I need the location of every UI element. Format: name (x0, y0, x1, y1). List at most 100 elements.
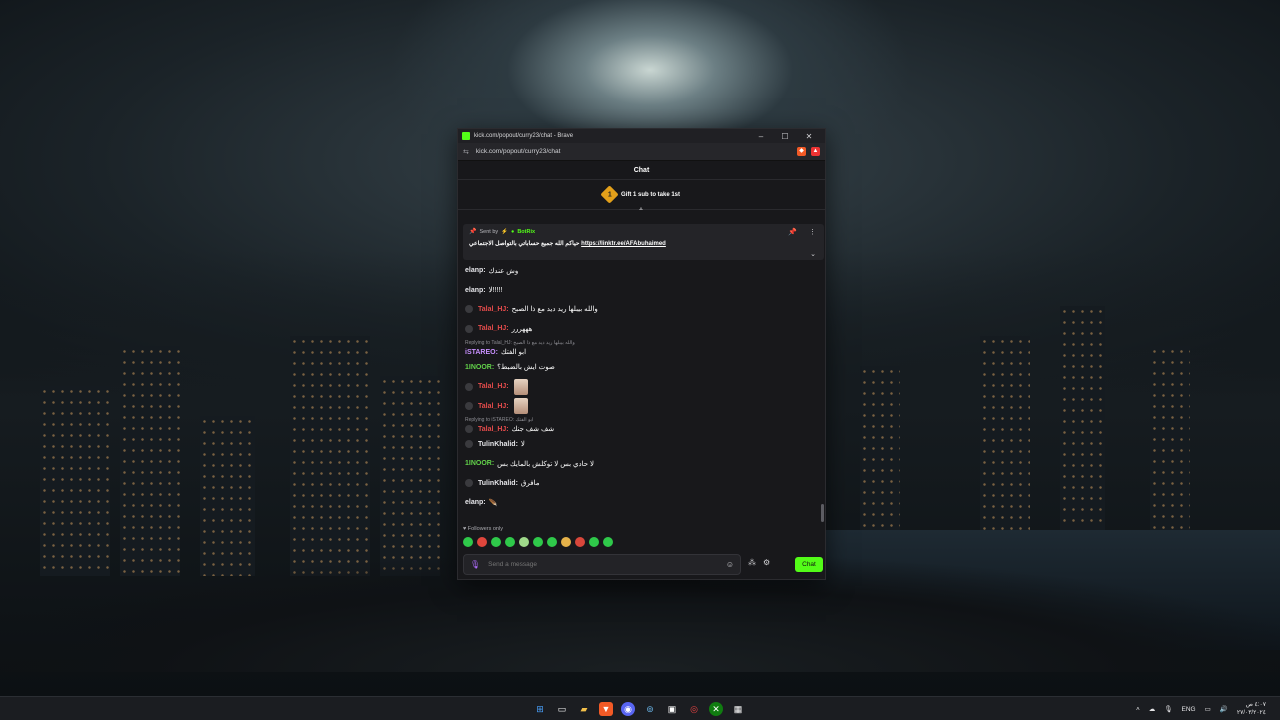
reply-context[interactable]: Replying to iSTAREO: ابو الفتك (465, 416, 815, 424)
message-text: شف شف جنك (511, 426, 555, 434)
store-icon[interactable]: ▦ (731, 702, 745, 716)
username[interactable]: Talal_HJ: (478, 383, 509, 390)
bot-badge-icon: ⚡ (501, 228, 508, 235)
brave-browser-icon[interactable]: ▼ (599, 702, 613, 716)
username[interactable]: Talal_HJ: (478, 306, 509, 313)
emote-button[interactable] (603, 537, 613, 547)
settings-gear-icon[interactable]: ⚙ (763, 558, 770, 567)
username[interactable]: elanp: (465, 499, 486, 506)
user-badge-icon (465, 382, 473, 391)
chat-message: elanp: لا!!!!! (465, 280, 815, 299)
chat-message: Talal_HJ: (465, 396, 815, 415)
close-button[interactable]: ✕ (797, 132, 821, 141)
site-settings-icon[interactable]: ⇆ (463, 148, 469, 156)
emoji-icon[interactable]: ☺ (726, 560, 734, 569)
maximize-button[interactable]: ☐ (773, 132, 797, 141)
rank-badge: 1 (600, 185, 619, 204)
emote-button[interactable] (463, 537, 473, 547)
chat-message: Talal_HJ: والله بيبلها ريد ديد مع ذا الص… (465, 300, 815, 319)
language-indicator[interactable]: ENG (1182, 706, 1196, 713)
username[interactable]: 1INOOR: (465, 460, 494, 467)
chat-message: 1INOOR: صوت ايش بالضبط؟ (465, 358, 815, 377)
chevron-up-icon[interactable]: ˄ (1136, 706, 1140, 713)
message-text: لا!!!!! (488, 287, 503, 295)
chrome-icon[interactable]: ◎ (687, 702, 701, 716)
chat-message: Talal_HJ: (465, 377, 815, 396)
reply-context[interactable]: Replying to Talal_HJ: والله بيبلها ريد د… (465, 339, 815, 347)
username[interactable]: TulinKhalid: (478, 480, 518, 487)
microphone-icon[interactable]: 🎙 (1164, 705, 1172, 713)
gift-leaderboard[interactable]: 1 Gift 1 sub to take 1st ⩡ (458, 180, 825, 213)
address-bar[interactable]: ⇆ kick.com/popout/curry23/chat ◆ ▲ (458, 143, 825, 161)
quick-emotes (463, 537, 613, 547)
username[interactable]: Talal_HJ: (478, 403, 509, 410)
username[interactable]: elanp: (465, 287, 486, 294)
emote-button[interactable] (547, 537, 557, 547)
emote-button[interactable] (491, 537, 501, 547)
url-text[interactable]: kick.com/popout/curry23/chat (476, 148, 792, 155)
emote-button[interactable] (575, 537, 585, 547)
followers-only-notice: ♥ Followers only (463, 526, 503, 532)
chat-message: Talal_HJ: هههررر (465, 319, 815, 338)
chat-messages: elanp: وش عندك elanp: لا!!!!! Talal_HJ: … (465, 261, 815, 512)
clock[interactable]: ٤:٠٧ ص ٢٧/٠٣/٢٠٢٤ (1237, 701, 1266, 717)
unpin-icon[interactable]: 📌 (788, 228, 797, 236)
volume-icon[interactable]: 🔊 (1220, 705, 1228, 713)
xbox-icon[interactable]: ✕ (709, 702, 723, 716)
username[interactable]: Talal_HJ: (478, 325, 509, 332)
username[interactable]: Talal_HJ: (478, 426, 509, 433)
taskbar-apps: ⊞ ▭ ▰ ▼ ◉ ⊚ ▣ ◎ ✕ ▦ (533, 702, 745, 716)
task-view-icon[interactable]: ▭ (555, 702, 569, 716)
gift-text: Gift 1 sub to take 1st (620, 191, 680, 198)
start-windows-icon[interactable]: ⊞ (533, 702, 547, 716)
chat-input-box[interactable]: 🎙 ☺ (463, 554, 741, 575)
bot-name[interactable]: BotRix (517, 229, 535, 235)
username[interactable]: TulinKhalid: (478, 441, 518, 448)
discord-icon[interactable]: ◉ (621, 702, 635, 716)
gaming-app-icon[interactable]: ▣ (665, 702, 679, 716)
taskbar: ⊞ ▭ ▰ ▼ ◉ ⊚ ▣ ◎ ✕ ▦ ˄ ☁ 🎙 ENG ▭ 🔊 ٤:٠٧ ص… (0, 696, 1280, 720)
heart-icon: ♥ (463, 526, 467, 532)
microphone-icon[interactable]: 🎙 (470, 560, 480, 569)
chat-title: Chat (633, 166, 650, 174)
user-badge-icon (465, 479, 473, 488)
brave-shields-icon[interactable]: ◆ (797, 147, 806, 156)
username[interactable]: iSTAREO: (465, 349, 498, 356)
message-text: لا حادي بس لا توكلش بالمايك بس (497, 460, 595, 468)
message-text: لا (520, 441, 525, 449)
username[interactable]: elanp: (465, 267, 486, 274)
user-badge-icon (465, 425, 473, 434)
quick-actions-icon[interactable]: ⁂ (748, 558, 756, 567)
emote-button[interactable] (477, 537, 487, 547)
more-options-icon[interactable]: ⋮ (809, 228, 816, 236)
minimize-button[interactable]: – (749, 132, 773, 141)
pinned-link[interactable]: https://linktr.ee/AFAbuhaimed (581, 241, 666, 247)
file-explorer-icon[interactable]: ▰ (577, 702, 591, 716)
chevron-down-icon[interactable]: ⌄ (810, 250, 816, 258)
cloud-icon[interactable]: ☁ (1149, 705, 1156, 713)
emote-button[interactable] (533, 537, 543, 547)
verified-icon: ● (511, 228, 515, 235)
kick-favicon-icon (462, 132, 470, 140)
user-badge-icon (465, 305, 473, 314)
brave-rewards-icon[interactable]: ▲ (811, 147, 820, 156)
message-text: هههررر (511, 325, 533, 333)
system-tray: ˄ ☁ 🎙 ENG ▭ 🔊 ٤:٠٧ ص ٢٧/٠٣/٢٠٢٤ (1136, 701, 1266, 717)
emote-button[interactable] (519, 537, 529, 547)
username[interactable]: 1INOOR: (465, 364, 494, 371)
message-text: 🪶 (488, 499, 498, 507)
chevron-down-icon[interactable]: ⩡ (639, 206, 643, 214)
emote-button[interactable] (505, 537, 515, 547)
user-badge-icon (465, 324, 473, 333)
title-bar: kick.com/popout/curry23/chat - Brave – ☐… (458, 129, 825, 143)
chat-scrollbar[interactable] (821, 504, 824, 522)
send-chat-button[interactable]: Chat (795, 557, 823, 572)
pinned-text: حياكم الله جميع حساباتي بالتواصل الاجتما… (469, 241, 666, 247)
steam-icon[interactable]: ⊚ (643, 702, 657, 716)
user-badge-icon (465, 402, 473, 411)
emote-button[interactable] (561, 537, 571, 547)
chat-tools: ⁂ ⚙ (748, 558, 770, 567)
network-icon[interactable]: ▭ (1205, 705, 1211, 713)
chat-input[interactable] (488, 561, 726, 568)
emote-button[interactable] (589, 537, 599, 547)
